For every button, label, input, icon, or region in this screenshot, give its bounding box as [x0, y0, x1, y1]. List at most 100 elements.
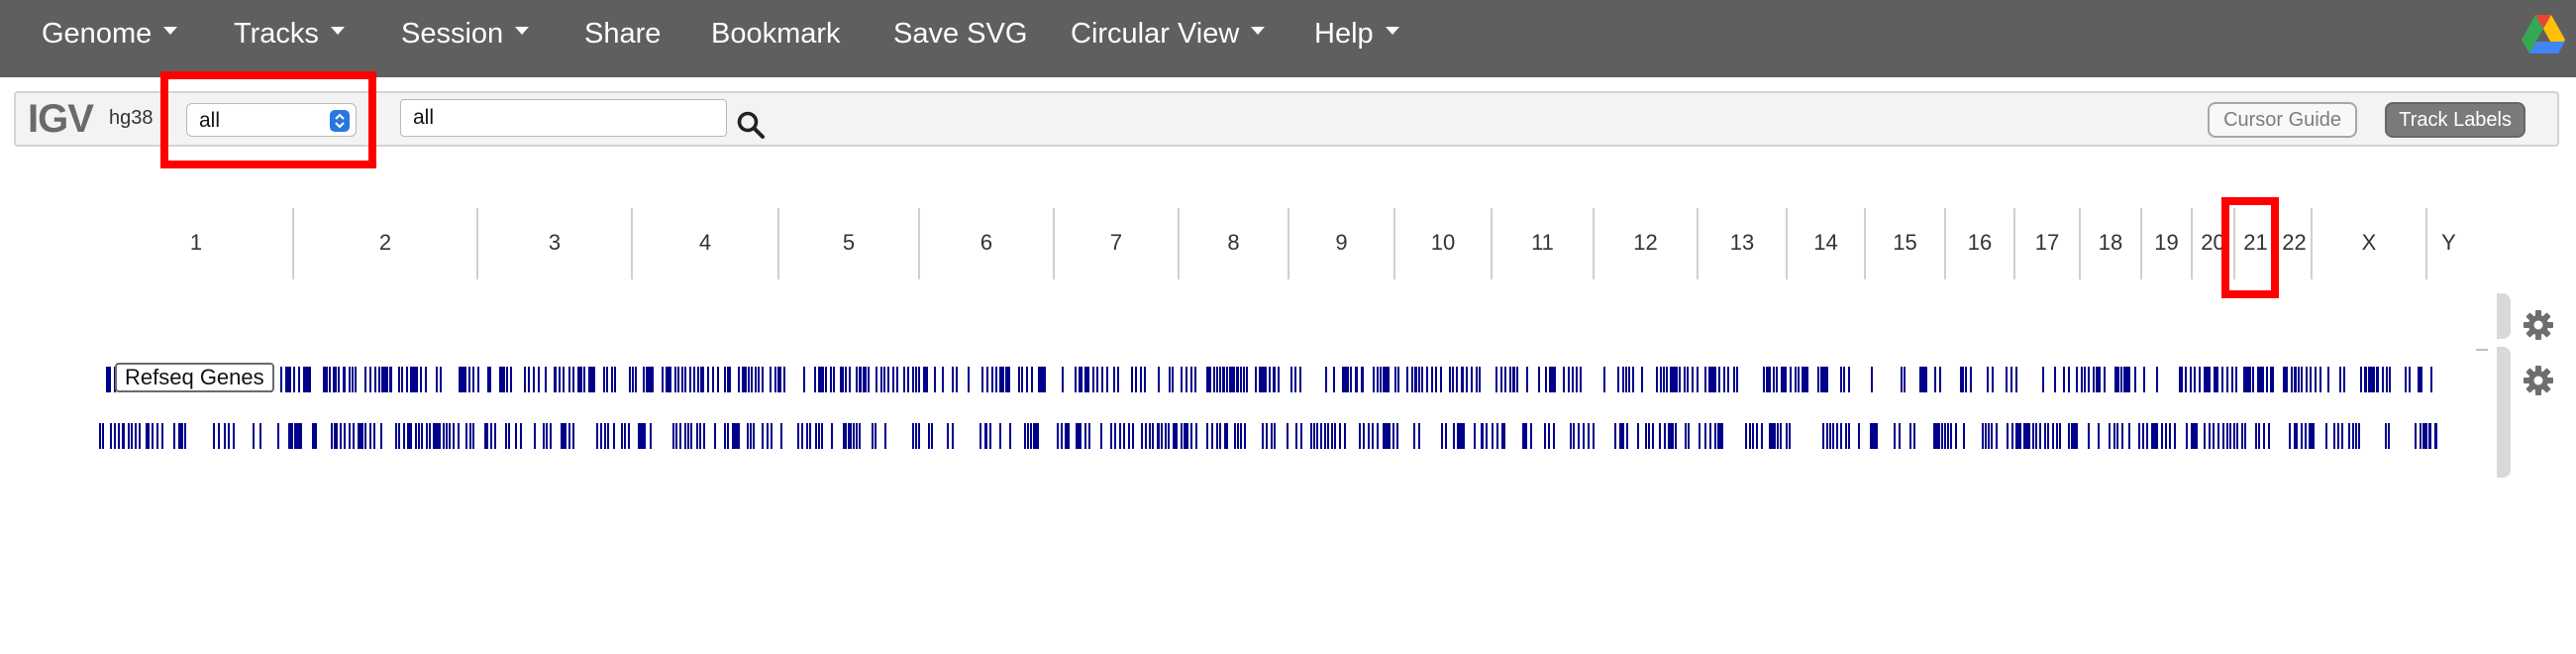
gene-feature[interactable]: [294, 423, 302, 449]
gene-feature[interactable]: [534, 423, 536, 449]
gene-feature[interactable]: [1660, 367, 1662, 392]
chromosome-8[interactable]: 8: [1179, 202, 1288, 283]
gene-feature[interactable]: [1530, 423, 1532, 449]
gene-feature[interactable]: [364, 423, 366, 449]
gene-feature[interactable]: [1749, 423, 1751, 449]
gene-feature[interactable]: [1668, 423, 1674, 449]
gene-feature[interactable]: [1492, 423, 1494, 449]
gene-feature[interactable]: [2257, 367, 2264, 392]
chromosome-2[interactable]: 2: [293, 202, 477, 283]
gene-feature[interactable]: [2032, 423, 2034, 449]
gene-feature[interactable]: [1350, 367, 1352, 392]
gene-feature[interactable]: [458, 423, 460, 449]
gene-feature[interactable]: [2194, 367, 2196, 392]
gene-feature[interactable]: [2352, 423, 2354, 449]
gene-feature[interactable]: [2241, 423, 2243, 449]
gene-feature[interactable]: [1894, 423, 1896, 449]
gene-feature[interactable]: [697, 367, 699, 392]
gene-feature[interactable]: [224, 423, 226, 449]
gene-feature[interactable]: [1359, 423, 1361, 449]
gene-feature[interactable]: [277, 423, 279, 449]
gene-feature[interactable]: [2054, 367, 2056, 392]
gene-feature[interactable]: [2059, 423, 2061, 449]
gene-feature[interactable]: [868, 367, 870, 392]
gene-feature[interactable]: [1123, 423, 1125, 449]
gene-feature[interactable]: [572, 367, 574, 392]
gene-feature[interactable]: [1005, 367, 1010, 392]
gene-feature[interactable]: [1692, 367, 1694, 392]
gene-feature[interactable]: [915, 367, 917, 392]
gene-feature[interactable]: [843, 423, 847, 449]
gene-feature[interactable]: [410, 367, 418, 392]
gene-feature[interactable]: [818, 367, 824, 392]
gene-feature[interactable]: [638, 423, 646, 449]
cursor-guide-button[interactable]: Cursor Guide: [2208, 102, 2357, 138]
gene-feature[interactable]: [468, 367, 470, 392]
gene-feature[interactable]: [1324, 423, 1326, 449]
gene-feature[interactable]: [2430, 367, 2432, 392]
gene-feature[interactable]: [588, 367, 595, 392]
gene-feature[interactable]: [349, 423, 351, 449]
gene-feature[interactable]: [624, 423, 626, 449]
gene-feature[interactable]: [2138, 423, 2140, 449]
gene-feature[interactable]: [887, 367, 889, 392]
gene-feature[interactable]: [747, 423, 749, 449]
chromosome-12[interactable]: 12: [1594, 202, 1698, 283]
gene-feature[interactable]: [2319, 367, 2321, 392]
gene-feature[interactable]: [2283, 367, 2288, 392]
gene-feature[interactable]: [717, 367, 719, 392]
gene-feature[interactable]: [2071, 423, 2078, 449]
gene-feature[interactable]: [1970, 367, 1972, 392]
gene-feature[interactable]: [797, 423, 799, 449]
gene-feature[interactable]: [1845, 423, 1847, 449]
gene-feature[interactable]: [1088, 423, 1090, 449]
gene-feature[interactable]: [146, 423, 150, 449]
gene-feature[interactable]: [2233, 423, 2235, 449]
gene-feature[interactable]: [1780, 423, 1782, 449]
gene-feature[interactable]: [684, 423, 686, 449]
gene-feature[interactable]: [1641, 367, 1643, 392]
gene-feature[interactable]: [156, 423, 158, 449]
gene-feature[interactable]: [1131, 367, 1133, 392]
gene-feature[interactable]: [2252, 367, 2254, 392]
gene-feature[interactable]: [1538, 367, 1540, 392]
gene-feature[interactable]: [118, 423, 120, 449]
gene-feature[interactable]: [2422, 423, 2427, 449]
gene-feature[interactable]: [984, 423, 987, 449]
nav-genome-menu[interactable]: Genome: [42, 18, 178, 51]
gene-feature[interactable]: [1723, 367, 1725, 392]
gene-feature[interactable]: [1781, 367, 1787, 392]
gene-feature[interactable]: [774, 367, 776, 392]
gene-feature[interactable]: [1331, 423, 1333, 449]
gene-feature[interactable]: [1383, 423, 1391, 449]
gene-feature[interactable]: [989, 423, 991, 449]
gene-feature[interactable]: [369, 367, 371, 392]
gene-feature[interactable]: [1274, 423, 1276, 449]
gene-feature[interactable]: [343, 367, 346, 392]
gene-feature[interactable]: [840, 367, 844, 392]
gene-feature[interactable]: [771, 423, 773, 449]
gene-feature[interactable]: [1549, 367, 1556, 392]
gene-feature[interactable]: [681, 367, 683, 392]
gene-feature[interactable]: [1622, 367, 1624, 392]
gene-feature[interactable]: [477, 367, 479, 392]
gene-feature[interactable]: [484, 423, 488, 449]
gene-feature[interactable]: [687, 423, 689, 449]
gene-feature[interactable]: [1377, 423, 1379, 449]
gene-feature[interactable]: [524, 367, 526, 392]
gene-feature[interactable]: [621, 423, 623, 449]
gene-feature[interactable]: [677, 367, 679, 392]
gene-feature[interactable]: [859, 423, 861, 449]
gene-feature[interactable]: [918, 367, 920, 392]
chromosome-22[interactable]: 22: [2277, 202, 2312, 283]
gene-feature[interactable]: [2263, 423, 2265, 449]
gene-feature[interactable]: [1236, 367, 1239, 392]
gene-feature[interactable]: [833, 367, 835, 392]
gene-feature[interactable]: [999, 367, 1004, 392]
gene-feature[interactable]: [1763, 367, 1765, 392]
gene-feature[interactable]: [2289, 423, 2291, 449]
gene-feature[interactable]: [981, 367, 983, 392]
gene-feature[interactable]: [968, 367, 970, 392]
gene-feature[interactable]: [1084, 367, 1089, 392]
gene-feature[interactable]: [1773, 367, 1775, 392]
